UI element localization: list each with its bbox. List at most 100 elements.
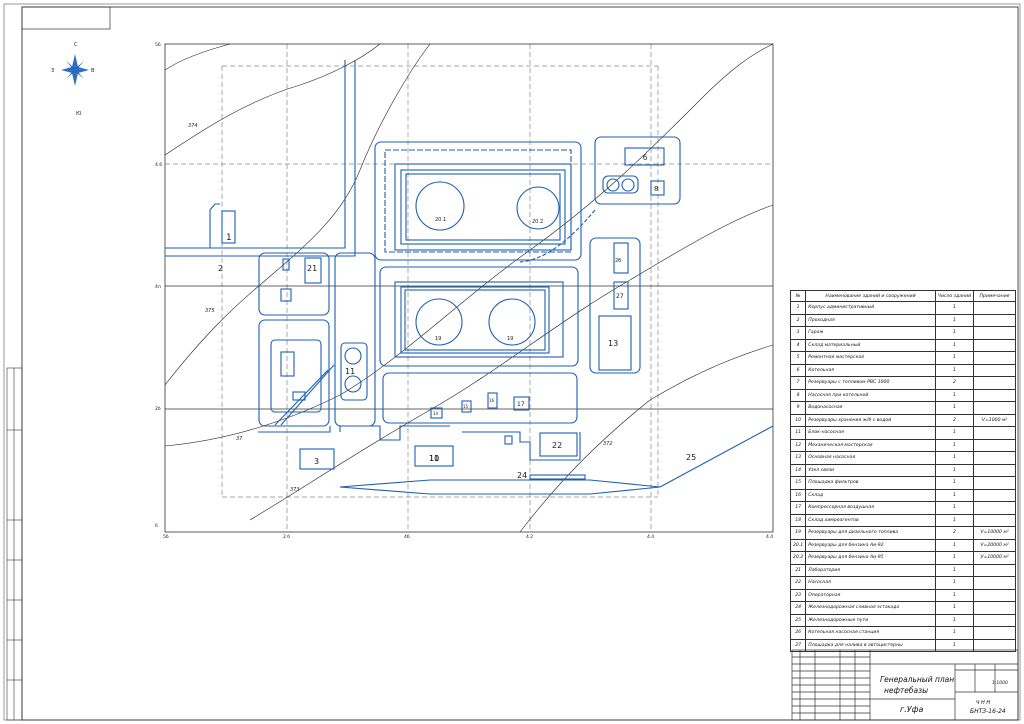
cell-number: 17	[789, 501, 807, 515]
cell-number: 4	[789, 338, 807, 352]
cell-number: 6	[789, 363, 807, 377]
cell-count: 1	[934, 301, 975, 315]
building-number: 17	[517, 401, 525, 408]
cell-count: 1	[934, 601, 975, 615]
contour-label: 373	[290, 487, 300, 493]
cell-number: 1	[789, 301, 807, 315]
cell-name: Проходная	[805, 313, 936, 327]
cell-note: V=10000 м²	[973, 526, 1016, 540]
table-row: 13 Основная насосная 1	[789, 451, 1016, 465]
cell-name: Резервуары хранения ж/б с водой	[805, 413, 936, 427]
cell-note	[973, 401, 1016, 415]
cell-number: 26	[789, 626, 807, 640]
table-row: 5 Ремонтная мастерская 1	[789, 351, 1016, 365]
cell-note	[973, 326, 1016, 340]
grid-label-bottom: 2.б	[283, 534, 290, 540]
cell-count: 1	[934, 501, 975, 515]
cell-note	[973, 363, 1016, 377]
building-number: 1	[226, 233, 232, 243]
building-number: 15	[463, 404, 469, 409]
grid-label-bottom: 4.4	[647, 534, 654, 540]
table-row: 15 Площадка фильтров 1	[789, 476, 1016, 490]
cell-note	[973, 313, 1016, 327]
cell-name: Железнодорожные пути	[805, 613, 936, 627]
column-header: №	[789, 290, 807, 302]
cell-name: Площадка фильтров	[805, 476, 936, 490]
cell-note	[973, 451, 1016, 465]
cell-count: 1	[934, 576, 975, 590]
cell-number: 14	[789, 463, 807, 477]
building-number: 8	[654, 185, 658, 193]
table-row: 25 Железнодорожные пути 1	[789, 613, 1016, 627]
cell-count: 1	[934, 451, 975, 465]
contour-label: 374	[188, 123, 198, 129]
drawing-title: Генеральный план	[880, 675, 955, 684]
cell-number: 20.2	[789, 551, 807, 565]
table-row: 1 Корпус административный 1	[789, 301, 1016, 315]
grid-label-bottom: 4б	[404, 534, 410, 540]
building-number: 20.1	[435, 217, 446, 223]
cell-name: Котельная насосная станция	[805, 626, 936, 640]
cell-count: 1	[934, 351, 975, 365]
corner-stamp-box	[21, 6, 111, 30]
cell-number: 20.1	[789, 538, 807, 552]
cell-name: Корпус административный	[805, 301, 936, 315]
grid-label-left: 4.6	[155, 162, 162, 168]
cell-number: 3	[789, 326, 807, 340]
cell-count: 1	[934, 551, 975, 565]
cell-name: Резервуары для дизельного топлива	[805, 526, 936, 540]
schedule-body: 1 Корпус административный 1 2 Проходная 1 3 Гар…	[789, 301, 1016, 652]
building-number: 13	[608, 339, 618, 348]
cell-number: 12	[789, 438, 807, 452]
title-block: Генеральный план нефтебазы г.Уфа 1:1000 …	[792, 650, 1018, 720]
cell-name: Насосная при котельной	[805, 388, 936, 402]
cell-note	[973, 438, 1016, 452]
building-number: 2	[218, 264, 223, 273]
cell-count: 1	[934, 488, 975, 502]
cell-name: Резервуары для бензина Аи-92	[805, 538, 936, 552]
table-row: 12 Механическая мастерская 1	[789, 438, 1016, 452]
cell-note	[973, 488, 1016, 502]
cell-note: V=10000 м²	[973, 551, 1016, 565]
building-number: 11	[345, 367, 355, 376]
table-row: 21 Лаборатория 1	[789, 563, 1016, 577]
grid-label-left: 2б	[155, 406, 161, 412]
cell-count: 1	[934, 563, 975, 577]
cell-number: 9	[789, 401, 807, 415]
column-header: Примечание	[973, 290, 1016, 302]
table-row: 8 Насосная при котельной 1	[789, 388, 1016, 402]
building-number: 16	[489, 398, 495, 403]
table-row: 20.1 Резервуары для бензина Аи-92 1 V=20000…	[789, 538, 1016, 552]
left-margin-stamps	[6, 367, 23, 721]
table-row: 24 Железнодорожная сливная эстакада 1	[789, 601, 1016, 615]
cell-note	[973, 338, 1016, 352]
building-number: 19	[435, 336, 441, 342]
contour-label: 375	[205, 308, 215, 314]
cell-note	[973, 388, 1016, 402]
building-number: 21	[307, 264, 317, 273]
cell-name: Ремонтная мастерская	[805, 351, 936, 365]
building-number: 22	[552, 441, 562, 450]
building-number: 2б	[615, 258, 621, 264]
cell-count: 1	[934, 538, 975, 552]
cell-number: 10	[789, 413, 807, 427]
cell-number: 13	[789, 451, 807, 465]
cell-count: 2	[934, 413, 975, 427]
cell-count: 1	[934, 401, 975, 415]
building-number: 20.2	[532, 219, 543, 225]
cell-name: Гараж	[805, 326, 936, 340]
table-row: 16 Склад 1	[789, 488, 1016, 502]
building-number: 25	[686, 453, 696, 462]
contour-label: 372	[603, 441, 613, 447]
cell-number: 5	[789, 351, 807, 365]
table-header-row: № Наименование зданий и сооружений Число…	[789, 290, 1016, 302]
building-number: 14	[433, 411, 439, 416]
cell-note	[973, 463, 1016, 477]
cell-count: 1	[934, 476, 975, 490]
table-row: 22 Насосная 1	[789, 576, 1016, 590]
cell-count: 1	[934, 426, 975, 440]
cell-count: 1	[934, 326, 975, 340]
cell-note	[973, 426, 1016, 440]
cell-note	[973, 563, 1016, 577]
building-number: 11	[429, 454, 439, 463]
